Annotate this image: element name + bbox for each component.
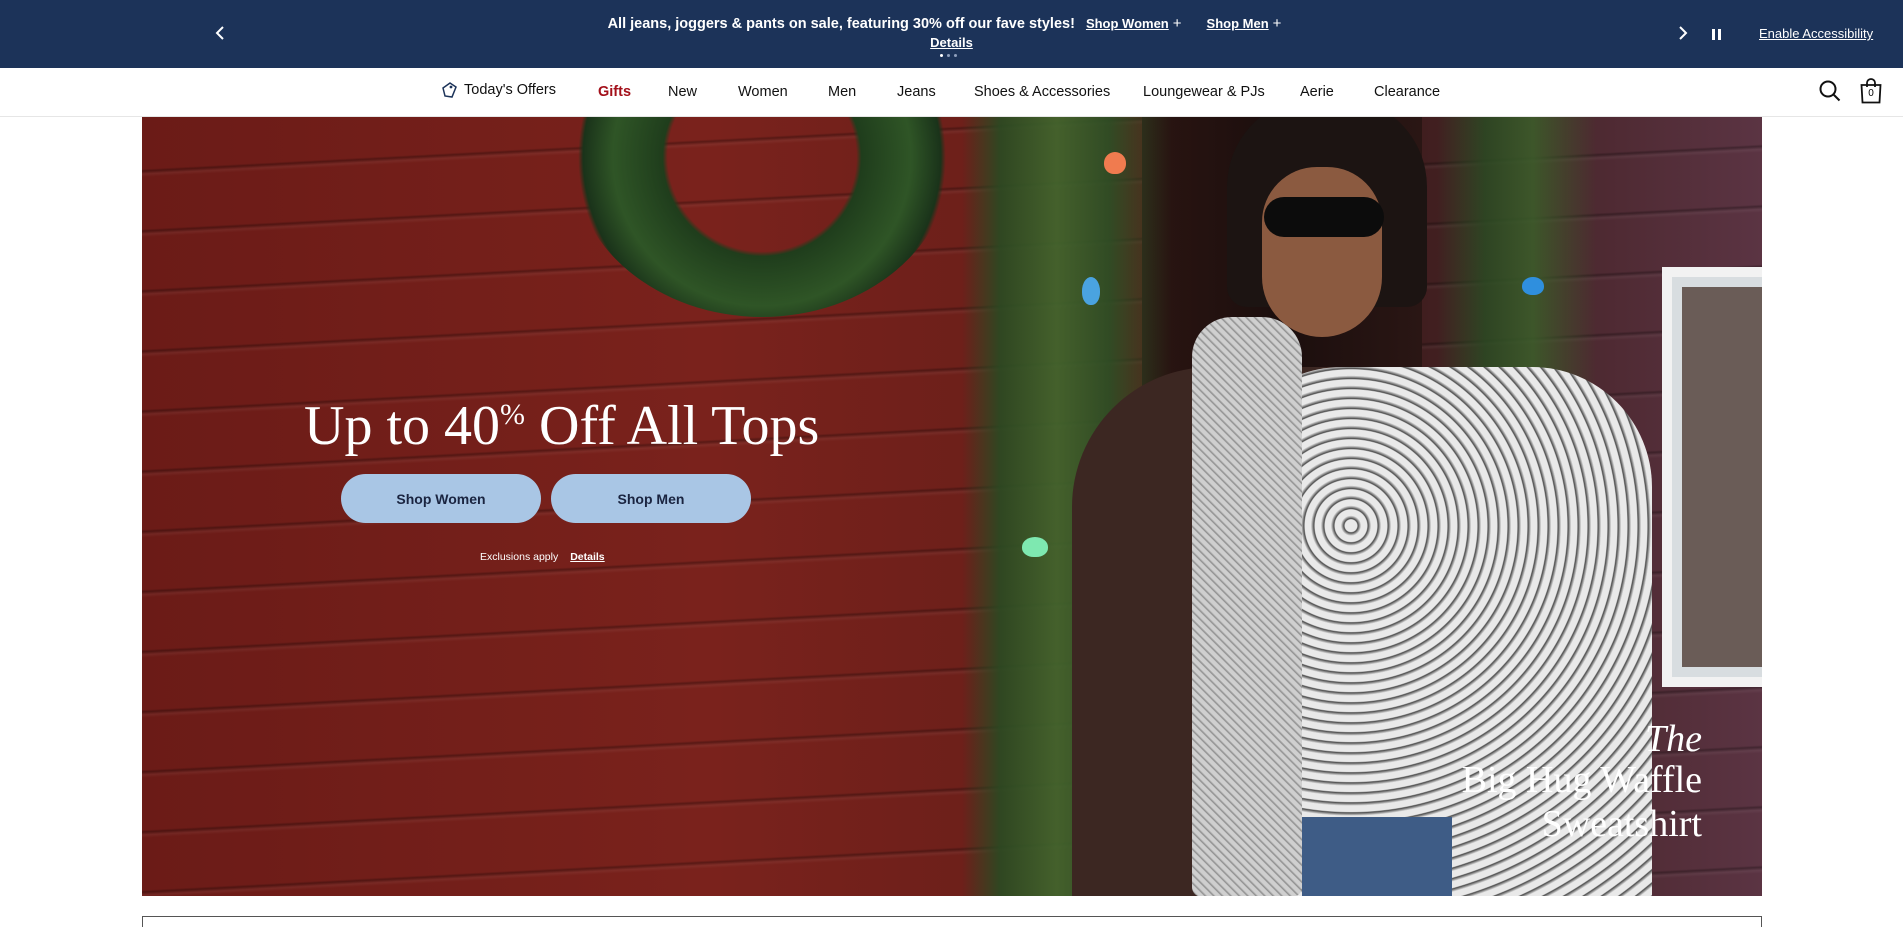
tag-icon [442, 82, 457, 98]
hero-model-sunglasses [1264, 197, 1384, 237]
plus-icon: + [1172, 15, 1182, 32]
hero-shop-men-button[interactable]: Shop Men [551, 474, 751, 523]
hero-light-bulb [1522, 277, 1544, 295]
hero-light-bulb [1022, 537, 1048, 557]
hero-model-scarf [1192, 317, 1302, 896]
hero-exclusions: Exclusions apply Details [480, 551, 605, 563]
promo-dot[interactable] [947, 54, 950, 57]
nav-item-gifts[interactable]: Gifts [598, 84, 631, 100]
exclusions-text: Exclusions apply [480, 551, 559, 563]
hero-title-prefix: Up to 40 [304, 395, 500, 457]
nav-item-men[interactable]: Men [828, 84, 856, 100]
promo-dot[interactable] [954, 54, 957, 57]
promo-shop-men-link[interactable]: Shop Men [1207, 16, 1269, 31]
promo-next-button[interactable] [1674, 22, 1692, 44]
hero-product-caption: The Big Hug Waffle Sweatshirt [1440, 720, 1702, 846]
promo-banner: All jeans, joggers & pants on sale, feat… [0, 0, 1903, 68]
hero-shop-women-button[interactable]: Shop Women [341, 474, 541, 523]
promo-pause-button[interactable] [1706, 24, 1726, 44]
promo-dot[interactable] [940, 54, 943, 57]
promo-details-link[interactable]: Details [930, 35, 973, 50]
hero-model-jeans [1302, 817, 1452, 896]
search-icon[interactable] [1819, 80, 1841, 102]
promo-shop-women-link[interactable]: Shop Women [1086, 16, 1169, 31]
chevron-right-icon [1679, 26, 1688, 40]
caption-product-line2: Sweatshirt [1541, 803, 1702, 845]
caption-the: The [1645, 718, 1702, 760]
hero-model-face [1262, 167, 1382, 337]
nav-item-new[interactable]: New [668, 84, 697, 100]
promo-message: All jeans, joggers & pants on sale, feat… [607, 16, 1075, 32]
enable-accessibility-link[interactable]: Enable Accessibility [1759, 26, 1873, 41]
hero-details-link[interactable]: Details [570, 551, 604, 563]
nav-item-clearance[interactable]: Clearance [1374, 84, 1440, 100]
nav-item-aerie[interactable]: Aerie [1300, 84, 1334, 100]
next-section-box [142, 916, 1762, 927]
nav-item-women[interactable]: Women [738, 84, 788, 100]
promo-message-line: All jeans, joggers & pants on sale, feat… [0, 15, 1903, 32]
main-nav: Today's Offers Gifts New Women Men Jeans… [0, 68, 1903, 117]
nav-item-jeans[interactable]: Jeans [897, 84, 936, 100]
nav-item-todays-offers[interactable]: Today's Offers [440, 81, 556, 99]
nav-item-loungewear-pjs[interactable]: Loungewear & PJs [1143, 84, 1265, 100]
hero-title-percent: % [500, 398, 525, 431]
hero-title: Up to 40% Off All Tops [304, 394, 819, 458]
bag-count: 0 [1868, 88, 1874, 99]
nav-item-label: Today's Offers [464, 82, 556, 98]
caption-product-line1: Big Hug Waffle [1461, 759, 1702, 801]
hero-light-bulb [1104, 152, 1126, 174]
hero-window-pane [1682, 287, 1762, 667]
pause-icon [1717, 28, 1721, 40]
pause-icon [1711, 28, 1715, 40]
hero-title-suffix: Off All Tops [525, 395, 820, 457]
plus-icon: + [1272, 15, 1282, 32]
hero-light-bulb [1082, 277, 1100, 305]
nav-item-shoes-accessories[interactable]: Shoes & Accessories [974, 84, 1110, 100]
promo-details-row: Details [0, 35, 1903, 50]
promo-pagination [940, 54, 957, 57]
